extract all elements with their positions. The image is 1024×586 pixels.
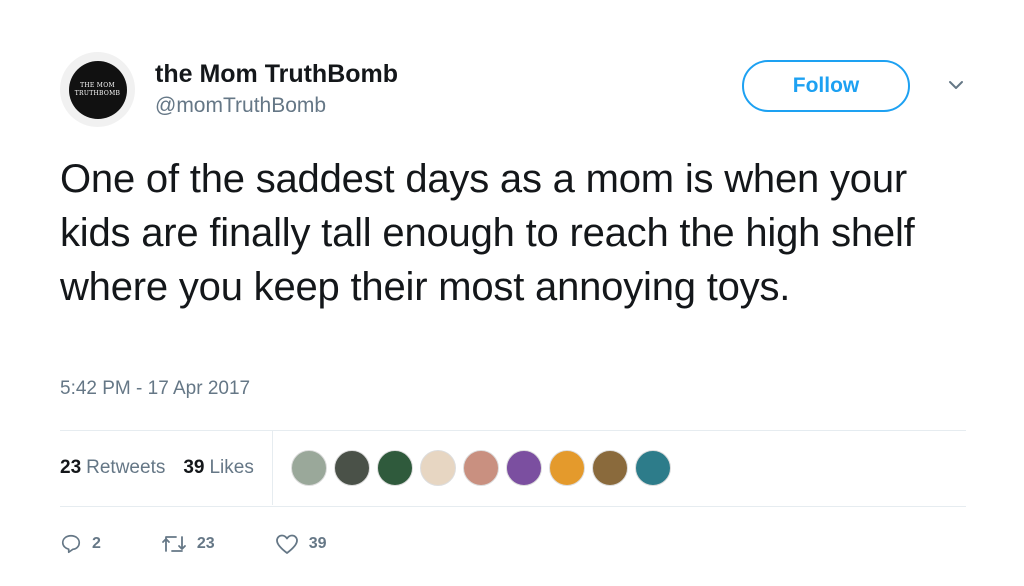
divider-bottom	[60, 506, 966, 507]
liker-avatar-7[interactable]	[548, 450, 585, 486]
tweet-timestamp[interactable]: 5:42 PM - 17 Apr 2017	[60, 378, 250, 400]
tweet-stats: 23 Retweets 39 Likes	[60, 431, 966, 505]
author-display-name[interactable]: the Mom TruthBomb	[155, 60, 398, 89]
retweet-icon	[162, 536, 186, 552]
tweet-header: THE MOM TRUTHBOMB the Mom TruthBomb @mom…	[60, 52, 980, 132]
stats-separator	[271, 431, 273, 505]
retweets-count: 23	[60, 457, 82, 478]
retweet-button[interactable]: 23	[161, 533, 215, 555]
retweets-label: Retweets	[86, 457, 166, 478]
author-avatar[interactable]: THE MOM TRUTHBOMB	[60, 52, 135, 127]
heart-icon	[275, 534, 298, 554]
liker-avatar-6[interactable]	[505, 450, 542, 486]
follow-button[interactable]: Follow	[742, 60, 910, 112]
likes-label: Likes	[209, 457, 254, 478]
liker-avatar-5[interactable]	[462, 450, 499, 486]
chevron-down-icon[interactable]	[945, 74, 967, 96]
avatar-logo-text: THE MOM TRUTHBOMB	[74, 81, 121, 97]
tweet-text: One of the saddest days as a mom is when…	[60, 157, 915, 309]
tweet-actions: 2 23 39	[60, 528, 387, 560]
liker-avatar-1[interactable]	[290, 450, 327, 486]
likes-count: 39	[183, 457, 205, 478]
reply-button[interactable]: 2	[60, 533, 101, 555]
liker-avatars	[290, 450, 678, 486]
liker-avatar-3[interactable]	[376, 450, 413, 486]
liker-avatar-9[interactable]	[634, 450, 671, 486]
likes-stat[interactable]: 39 Likes	[183, 457, 254, 479]
liker-avatar-8[interactable]	[591, 450, 628, 486]
like-count: 39	[308, 535, 327, 552]
like-button[interactable]: 39	[275, 533, 327, 555]
reply-icon	[61, 534, 81, 554]
liker-avatar-4[interactable]	[419, 450, 456, 486]
reply-count: 2	[92, 535, 101, 552]
author-handle[interactable]: @momTruthBomb	[155, 94, 326, 118]
retweet-count: 23	[196, 535, 215, 552]
retweets-stat[interactable]: 23 Retweets	[60, 457, 165, 479]
avatar-logo: THE MOM TRUTHBOMB	[68, 60, 127, 119]
liker-avatar-2[interactable]	[333, 450, 370, 486]
